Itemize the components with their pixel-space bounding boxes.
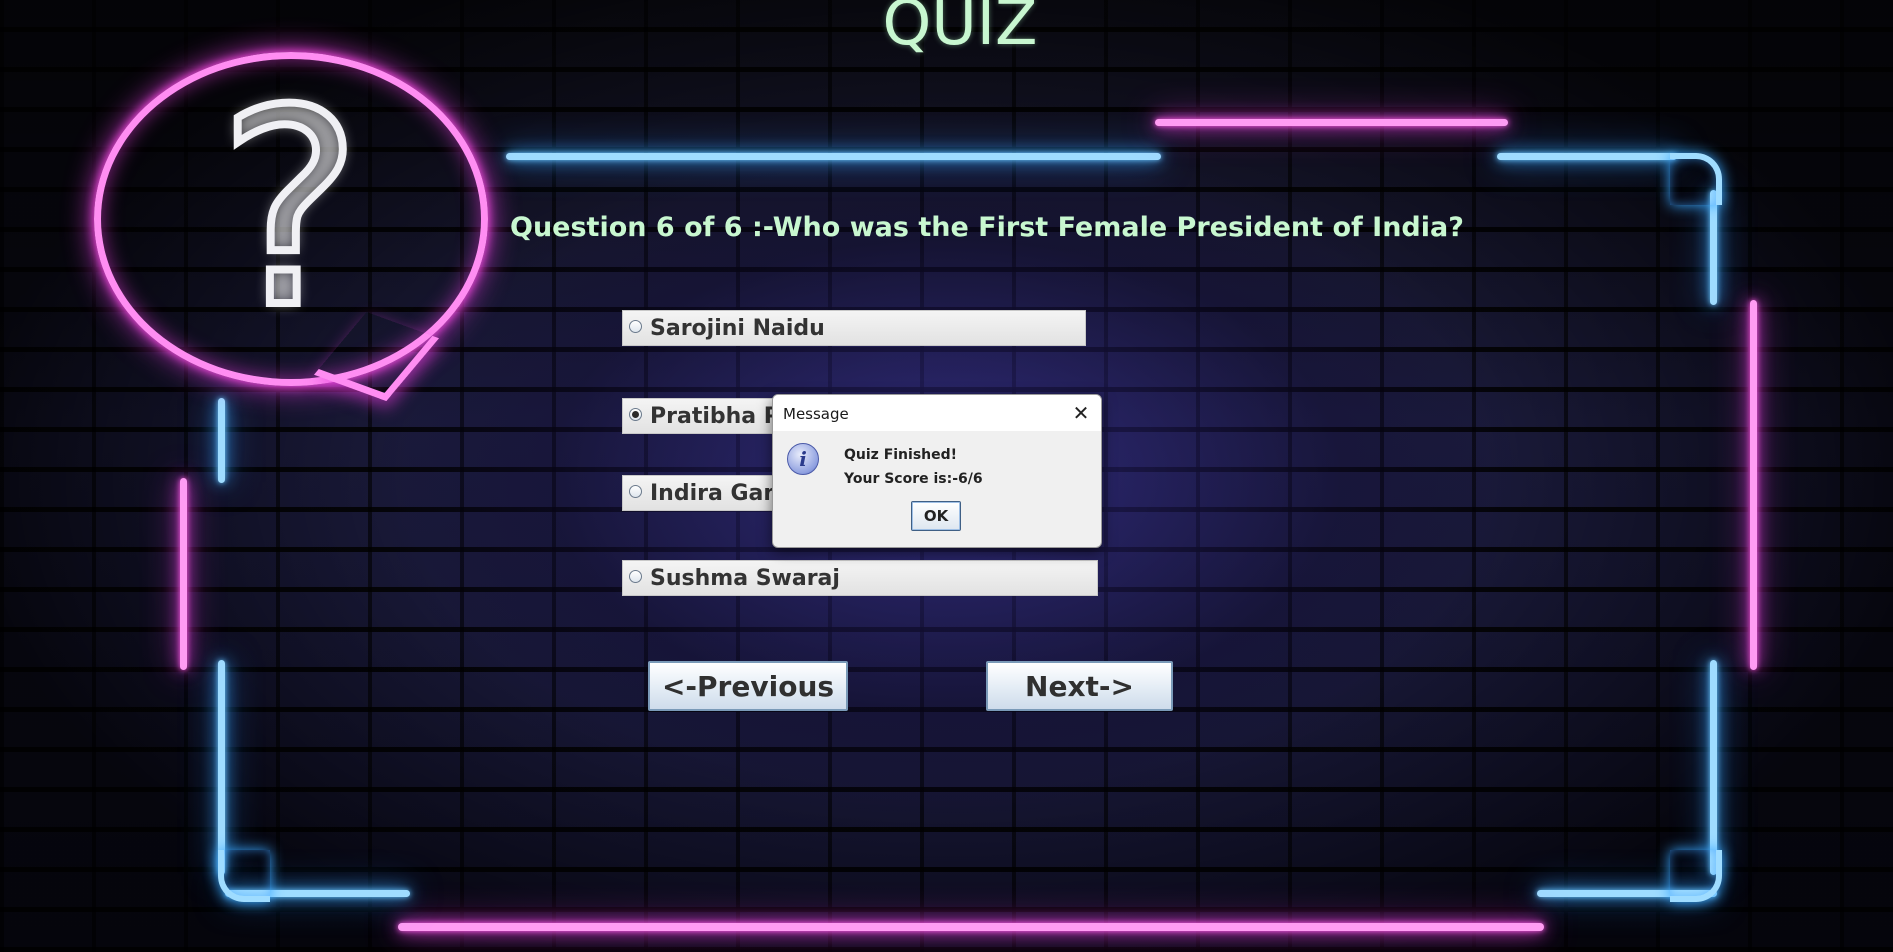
radio-button[interactable]	[629, 484, 642, 498]
neon-frame-right-lower-bar	[1710, 660, 1717, 875]
option-label: Sushma Swaraj	[650, 565, 840, 591]
neon-frame-right-upper-bar	[1710, 190, 1717, 305]
neon-frame-top-right-corner	[1670, 153, 1722, 205]
dialog-message-score: Your Score is:-6/6	[844, 471, 983, 487]
dialog-message-line1: Quiz Finished!	[844, 447, 958, 463]
neon-frame-right-accent-bar	[1750, 300, 1757, 670]
dialog-titlebar[interactable]: Message ✕	[773, 395, 1101, 431]
page-title: QUIZ	[882, 0, 1038, 59]
neon-frame-left-accent-bar	[180, 478, 187, 670]
option-sushma-swaraj[interactable]: Sushma Swaraj	[622, 560, 1098, 596]
question-text: Question 6 of 6 :-Who was the First Fema…	[510, 212, 1464, 243]
next-button[interactable]: Next->	[986, 661, 1173, 711]
option-label: Sarojini Naidu	[650, 315, 825, 341]
neon-frame-top-accent-bar	[1155, 119, 1508, 126]
neon-frame-left-lower-bar	[218, 660, 225, 875]
close-icon[interactable]: ✕	[1069, 401, 1093, 425]
neon-frame-left-upper-bar	[218, 398, 225, 483]
previous-button[interactable]: <-Previous	[648, 661, 848, 711]
option-label: Indira Gandhi	[650, 480, 779, 506]
option-sarojini-naidu[interactable]: Sarojini Naidu	[622, 310, 1086, 346]
neon-frame-top-right-bar	[1497, 153, 1677, 160]
dialog-title: Message	[783, 405, 849, 423]
radio-button-selected[interactable]	[629, 407, 642, 421]
radio-button[interactable]	[629, 319, 642, 333]
neon-frame-bottom-right-corner	[1670, 850, 1722, 902]
option-label: Pratibha Patil	[650, 403, 779, 429]
option-pratibha-patil[interactable]: Pratibha Patil	[622, 398, 780, 434]
neon-frame-top-left-bar	[506, 153, 1161, 160]
radio-button[interactable]	[629, 569, 642, 583]
message-dialog: Message ✕ i Quiz Finished! Your Score is…	[772, 394, 1102, 548]
neon-frame-bottom-bar	[398, 923, 1544, 931]
ok-button[interactable]: OK	[911, 501, 961, 531]
neon-frame-bottom-left-corner	[218, 850, 270, 902]
question-mark-icon: ?	[214, 52, 365, 367]
option-indira-gandhi[interactable]: Indira Gandhi	[622, 475, 780, 511]
information-icon: i	[787, 443, 819, 475]
